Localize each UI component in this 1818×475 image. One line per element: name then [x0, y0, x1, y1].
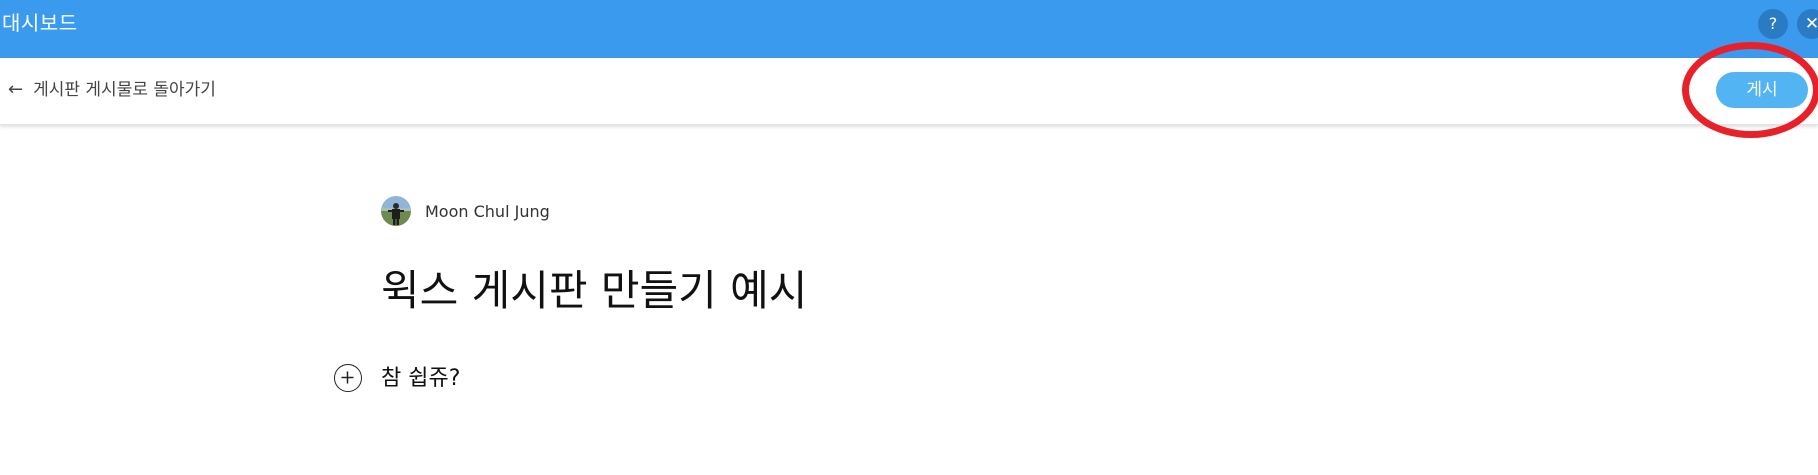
add-circle-icon: [341, 371, 354, 384]
author-name: Moon Chul Jung: [425, 201, 550, 221]
back-to-posts-link[interactable]: ← 게시판 게시물로 돌아가기: [8, 78, 216, 102]
author-info: Moon Chul Jung: [381, 196, 550, 226]
app-title: 대시보드: [2, 11, 78, 35]
back-arrow-icon: ←: [8, 79, 24, 100]
back-link-label: 게시판 게시물로 돌아가기: [33, 80, 216, 100]
help-icon: ?: [1768, 14, 1778, 33]
top-bar: 대시보드 ? ✕: [0, 0, 1818, 58]
close-button[interactable]: ✕: [1797, 9, 1818, 39]
post-body[interactable]: 참 쉽쥬?: [381, 365, 460, 393]
close-icon: ✕: [1804, 14, 1818, 34]
avatar: [381, 196, 411, 226]
add-content-button[interactable]: [334, 364, 362, 392]
publish-button[interactable]: 게시: [1716, 72, 1808, 108]
editor-toolbar: ← 게시판 게시물로 돌아가기 게시: [0, 58, 1818, 125]
help-button[interactable]: ?: [1758, 9, 1788, 39]
post-title[interactable]: 윅스 게시판 만들기 예시: [381, 264, 807, 318]
